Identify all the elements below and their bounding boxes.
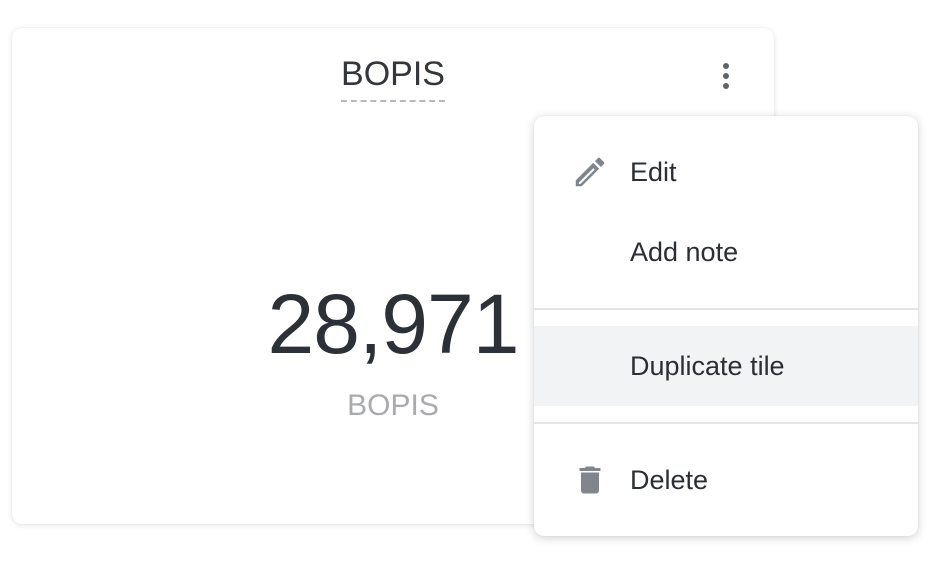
- tile-context-menu: Edit Add note Duplicate tile Delete: [534, 116, 918, 536]
- menu-item-duplicate-tile[interactable]: Duplicate tile: [534, 326, 918, 406]
- tile-title-text[interactable]: BOPIS: [341, 54, 445, 102]
- menu-item-edit[interactable]: Edit: [534, 132, 918, 212]
- menu-divider: [534, 422, 918, 424]
- menu-divider: [534, 308, 918, 310]
- tile-title: BOPIS: [12, 54, 774, 102]
- pencil-icon: [570, 152, 610, 192]
- kebab-dot-icon: [723, 63, 729, 69]
- trash-icon: [570, 460, 610, 500]
- menu-item-label: Duplicate tile: [630, 351, 785, 381]
- kebab-dot-icon: [723, 73, 729, 79]
- menu-item-label: Edit: [630, 157, 677, 187]
- menu-item-label: Delete: [630, 465, 709, 495]
- kebab-dot-icon: [723, 83, 729, 89]
- more-options-button[interactable]: [712, 60, 740, 92]
- menu-item-add-note[interactable]: Add note: [534, 212, 918, 292]
- menu-item-delete[interactable]: Delete: [534, 440, 918, 520]
- menu-item-label: Add note: [630, 237, 739, 267]
